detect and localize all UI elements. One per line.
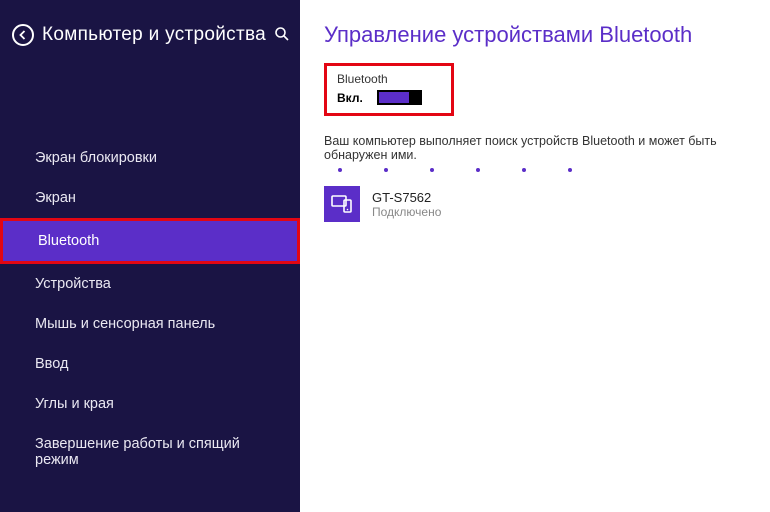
device-status: Подключено: [372, 205, 441, 219]
scan-progress-dots: [338, 168, 746, 172]
sidebar-header: Компьютер и устройства: [0, 0, 300, 56]
bluetooth-toggle[interactable]: [377, 90, 422, 105]
sidebar-item-devices[interactable]: Устройства: [0, 264, 300, 304]
sidebar-item-power-sleep[interactable]: Завершение работы и спящий режим: [0, 424, 300, 480]
sidebar-item-lock-screen[interactable]: Экран блокировки: [0, 138, 300, 178]
bluetooth-state: Вкл.: [337, 91, 363, 105]
bluetooth-label: Bluetooth: [337, 72, 441, 86]
sidebar-item-bluetooth[interactable]: Bluetooth: [3, 221, 297, 261]
device-item[interactable]: GT-S7562 Подключено: [324, 186, 746, 222]
highlight-box-sidebar: Bluetooth: [0, 218, 300, 264]
sidebar-item-mouse-touchpad[interactable]: Мышь и сенсорная панель: [0, 304, 300, 344]
sidebar-item-display[interactable]: Экран: [0, 178, 300, 218]
main-panel: Управление устройствами Bluetooth Blueto…: [300, 0, 770, 512]
back-icon[interactable]: [12, 24, 34, 46]
device-phone-icon: [324, 186, 360, 222]
search-icon[interactable]: [274, 26, 292, 44]
device-info: GT-S7562 Подключено: [372, 190, 441, 219]
sidebar-item-typing[interactable]: Ввод: [0, 344, 300, 384]
sidebar-title: Компьютер и устройства: [42, 24, 266, 46]
device-name: GT-S7562: [372, 190, 441, 205]
settings-sidebar: Компьютер и устройства Экран блокировки …: [0, 0, 300, 512]
highlight-box-toggle: Bluetooth Вкл.: [324, 63, 454, 116]
toggle-knob: [409, 91, 421, 104]
scan-status-text: Ваш компьютер выполняет поиск устройств …: [324, 134, 746, 162]
sidebar-item-corners-edges[interactable]: Углы и края: [0, 384, 300, 424]
page-title: Управление устройствами Bluetooth: [324, 22, 746, 48]
